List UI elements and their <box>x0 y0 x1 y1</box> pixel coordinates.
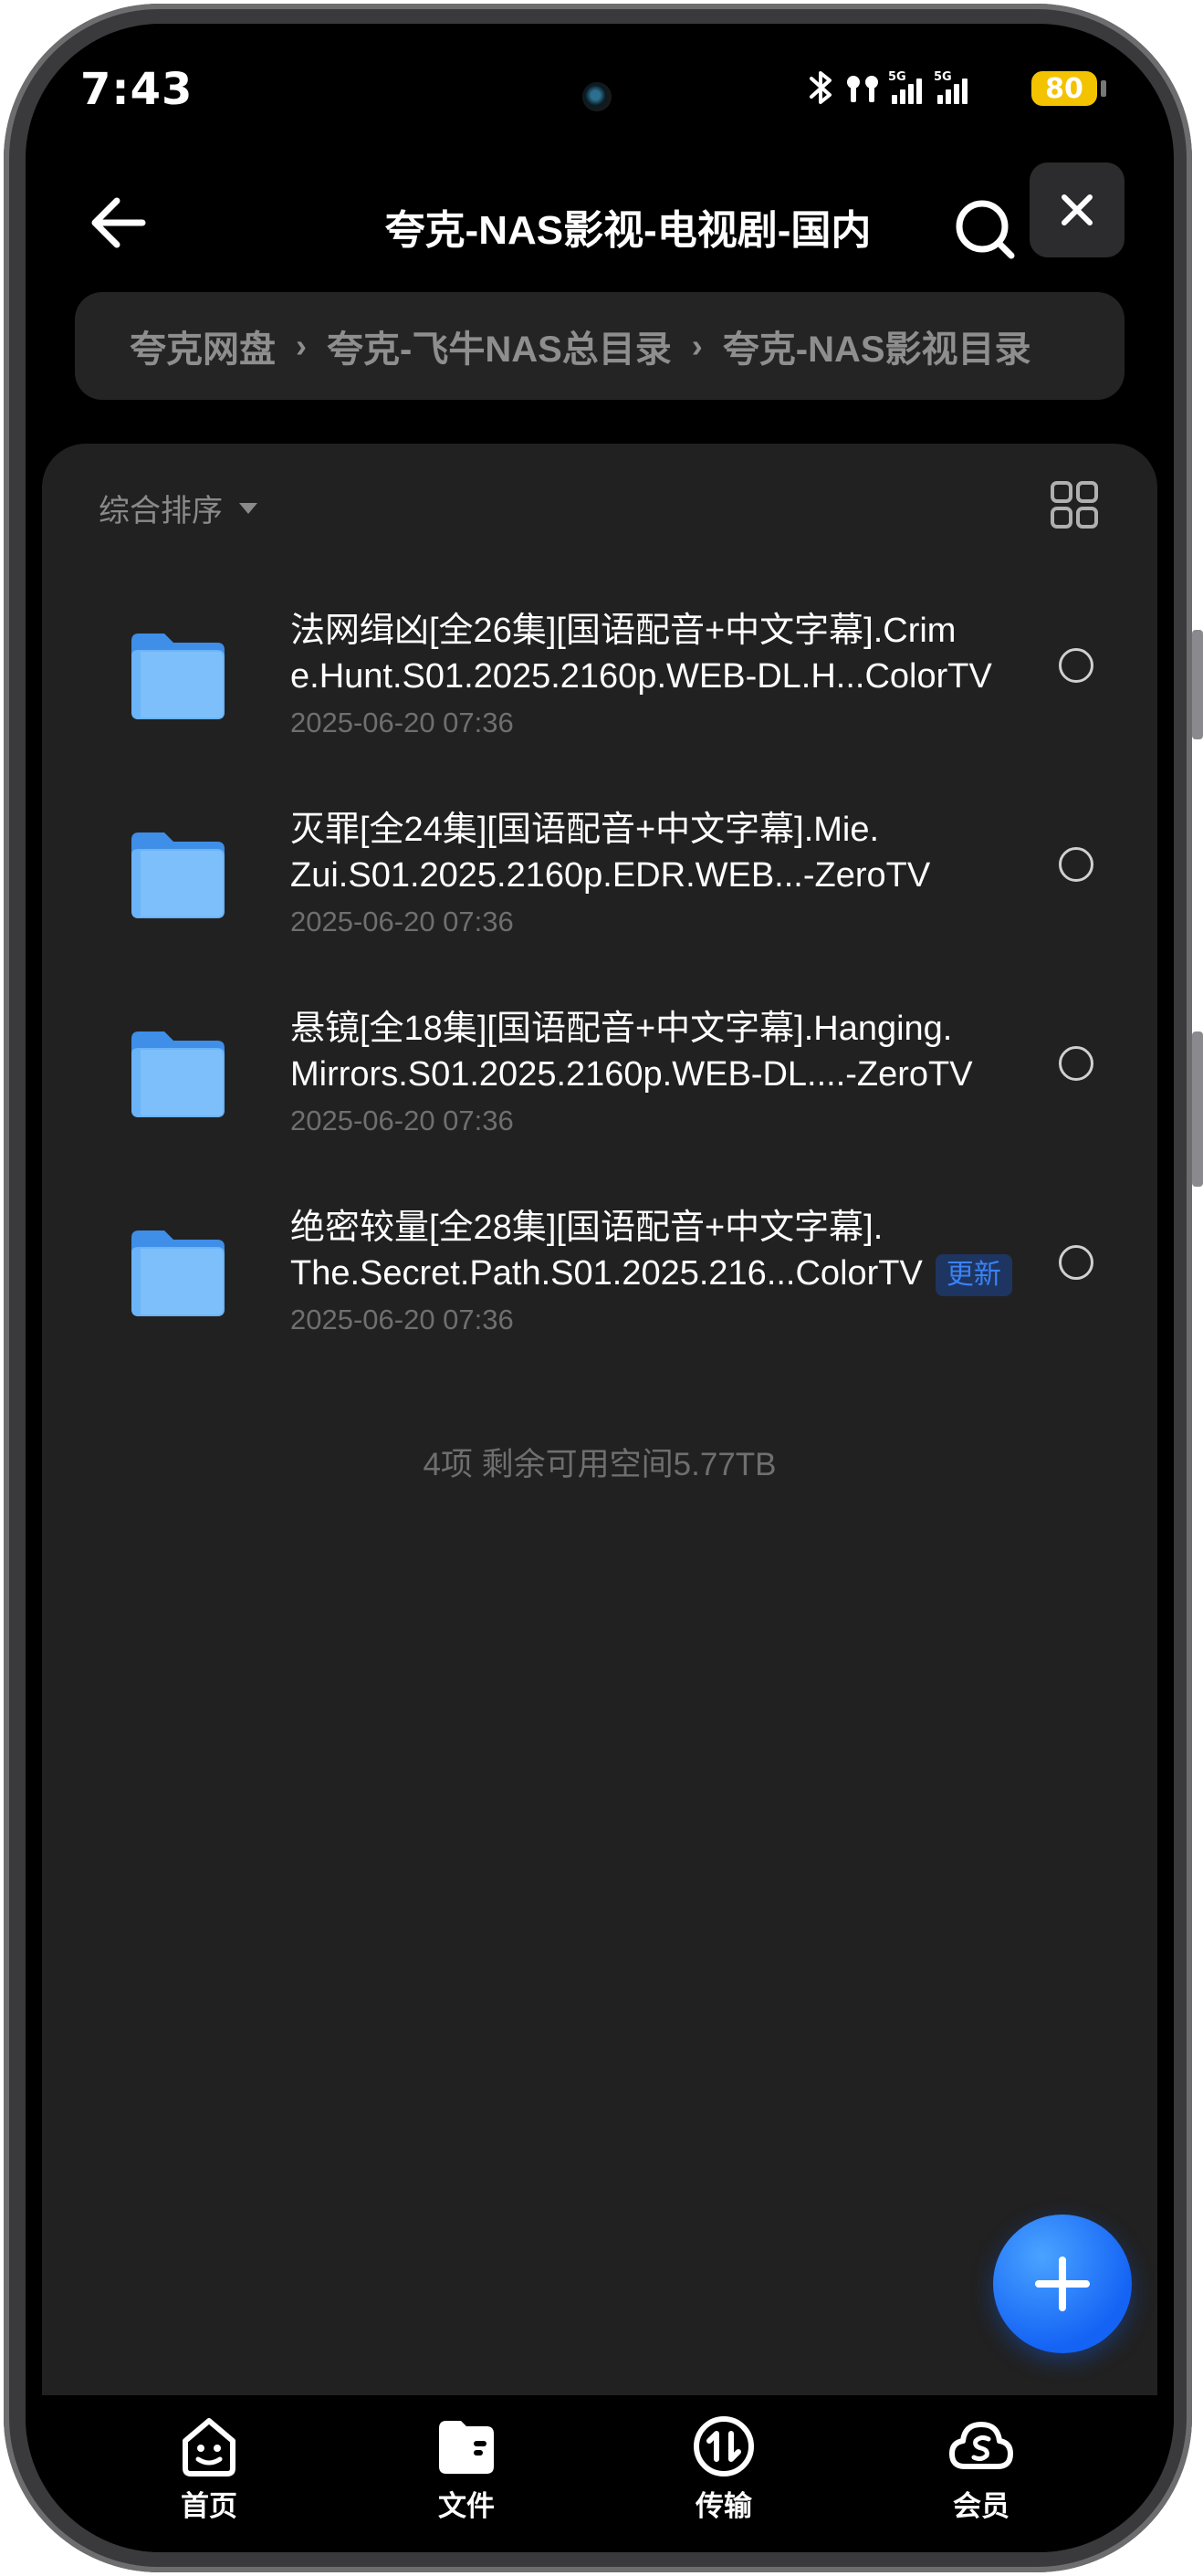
folder-icon <box>131 1031 225 1117</box>
transfer-icon <box>694 2416 754 2477</box>
select-radio[interactable] <box>1059 1046 1093 1081</box>
file-date: 2025-06-20 07:36 <box>290 1105 514 1136</box>
svg-text:5G: 5G <box>888 70 906 84</box>
update-badge: 更新 <box>935 1253 1012 1296</box>
file-name: 法网缉凶[全26集][国语配音+中文字幕].Crim e.Hunt.S01.20… <box>290 608 1039 699</box>
status-time: 7:43 <box>80 64 194 115</box>
nav-label: 首页 <box>181 2490 237 2522</box>
svg-text:5G: 5G <box>934 70 952 84</box>
folder-icon <box>131 1230 225 1316</box>
file-name-line: 法网缉凶[全26集][国语配音+中文字幕].Crim <box>290 612 957 650</box>
caret-down-icon <box>239 502 257 514</box>
search-icon <box>956 200 1015 259</box>
breadcrumb-item[interactable]: 夸克-飞牛NAS总目录 <box>327 319 672 372</box>
sort-dropdown[interactable]: 综合排序 <box>99 486 257 530</box>
nav-label: 会员 <box>953 2490 1009 2522</box>
page-title: 夸克-NAS影视-电视剧-国内 <box>384 208 872 253</box>
nav-label: 传输 <box>696 2490 752 2522</box>
file-name-text: The.Secret.Path.S01.2025.216...ColorTV <box>290 1254 923 1293</box>
nav-item-files[interactable]: 文件 <box>393 2414 539 2524</box>
select-radio[interactable] <box>1059 648 1093 683</box>
sort-label: 综合排序 <box>99 494 223 529</box>
bottom-nav: 首页 文件 传输 会员 <box>26 2395 1174 2552</box>
phone-frame: 7:43 5G 5G 80 夸克-NAS影视-电视剧-国内 夸克网盘 › 夸克-… <box>0 0 1203 2576</box>
file-name-line: 灭罪[全24集][国语配音+中文字幕].Mie. <box>290 811 880 849</box>
nav-item-home[interactable]: 首页 <box>136 2414 282 2524</box>
back-button[interactable] <box>82 186 155 259</box>
battery-indicator: 80 <box>1031 71 1097 106</box>
file-name-line: 绝密较量[全28集][国语配音+中文字幕]. <box>290 1209 884 1247</box>
list-item[interactable]: 绝密较量[全28集][国语配音+中文字幕]. The.Secret.Path.S… <box>80 1205 1130 1387</box>
chevron-right-icon: › <box>296 327 307 364</box>
file-name: 灭罪[全24集][国语配音+中文字幕].Mie. Zui.S01.2025.21… <box>290 807 1039 898</box>
power-button <box>1192 1031 1203 1187</box>
add-button[interactable] <box>993 2215 1132 2353</box>
signal-5g-1-icon: 5G <box>888 70 922 104</box>
file-name: 绝密较量[全28集][国语配音+中文字幕]. The.Secret.Path.S… <box>290 1205 1039 1296</box>
search-button[interactable] <box>949 194 1022 267</box>
file-date: 2025-06-20 07:36 <box>290 1304 514 1335</box>
nav-item-member[interactable]: 会员 <box>908 2414 1054 2524</box>
breadcrumb: 夸克网盘 › 夸克-飞牛NAS总目录 › 夸克-NAS影视目录 <box>75 292 1125 400</box>
bluetooth-icon <box>810 71 832 104</box>
hotspot-icon <box>847 76 878 102</box>
file-name-line: Mirrors.S01.2025.2160p.WEB-DL....-ZeroTV <box>290 1055 973 1094</box>
home-smile-icon <box>183 2418 235 2477</box>
nav-label: 文件 <box>438 2490 495 2522</box>
close-button[interactable] <box>1030 162 1125 257</box>
file-name-line: 悬镜[全18集][国语配音+中文字幕].Hanging. <box>290 1010 953 1048</box>
select-radio[interactable] <box>1059 847 1093 882</box>
file-name-line: The.Secret.Path.S01.2025.216...ColorTV 更新 <box>290 1251 1039 1296</box>
folder-icon <box>131 634 225 719</box>
nav-item-transfer[interactable]: 传输 <box>651 2414 797 2524</box>
breadcrumb-item[interactable]: 夸克-NAS影视目录 <box>723 319 1031 372</box>
breadcrumb-item[interactable]: 夸克网盘 <box>130 319 276 372</box>
battery-tip <box>1101 80 1106 97</box>
select-radio[interactable] <box>1059 1245 1093 1280</box>
front-camera <box>582 82 612 111</box>
storage-summary: 4项 剩余可用空间5.77TB <box>423 1447 777 1482</box>
file-date: 2025-06-20 07:36 <box>290 906 514 937</box>
screen: 7:43 5G 5G 80 夸克-NAS影视-电视剧-国内 夸克网盘 › 夸克-… <box>26 24 1174 2552</box>
grid-view-icon[interactable] <box>1050 480 1099 529</box>
chevron-right-icon: › <box>691 327 703 364</box>
arrow-left-icon <box>91 197 146 248</box>
file-date: 2025-06-20 07:36 <box>290 707 514 738</box>
member-cloud-icon <box>949 2422 1013 2469</box>
list-item[interactable]: 灭罪[全24集][国语配音+中文字幕].Mie. Zui.S01.2025.21… <box>80 807 1130 990</box>
list-item[interactable]: 法网缉凶[全26集][国语配音+中文字幕].Crim e.Hunt.S01.20… <box>80 608 1130 791</box>
close-icon <box>1062 194 1093 225</box>
file-name-line: e.Hunt.S01.2025.2160p.WEB-DL.H...ColorTV <box>290 657 992 696</box>
file-name-line: Zui.S01.2025.2160p.EDR.WEB...-ZeroTV <box>290 856 931 895</box>
battery-level: 80 <box>1045 72 1083 105</box>
signal-5g-2-icon: 5G <box>934 70 968 104</box>
folder-icon <box>131 832 225 918</box>
list-item[interactable]: 悬镜[全18集][国语配音+中文字幕].Hanging. Mirrors.S01… <box>80 1006 1130 1189</box>
file-name: 悬镜[全18集][国语配音+中文字幕].Hanging. Mirrors.S01… <box>290 1006 1039 1097</box>
volume-button <box>1192 630 1203 739</box>
plus-icon <box>1035 2257 1090 2311</box>
folder-icon <box>439 2421 494 2474</box>
